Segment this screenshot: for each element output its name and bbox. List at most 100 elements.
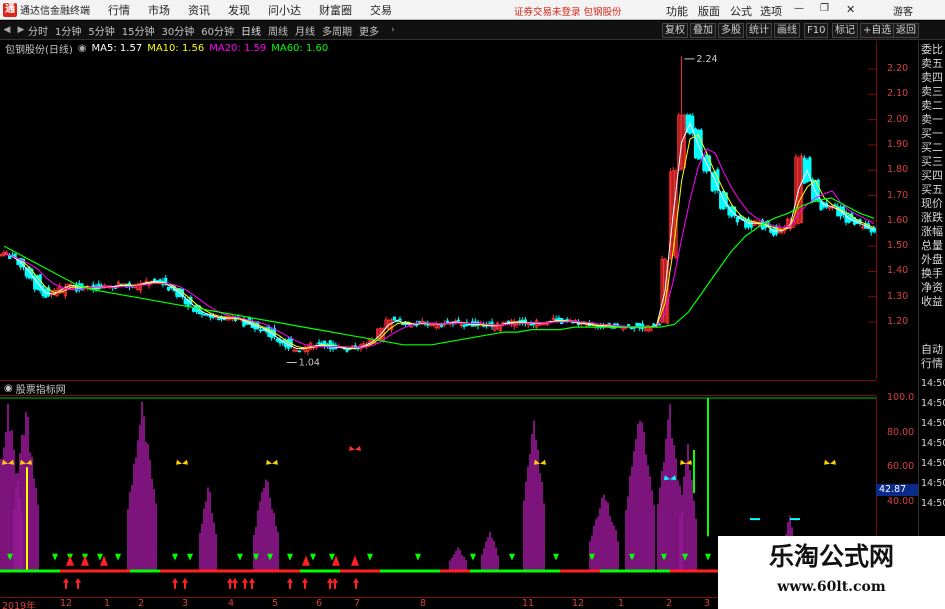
price-tick-label: 1.20	[887, 316, 909, 327]
up-arrow-icon	[182, 577, 188, 589]
period-toolbar: ◀ ▶ 分时 1分钟 5分钟 15分钟 30分钟 60分钟 日线 周线 月线 多…	[0, 21, 945, 40]
sidebar-item[interactable]: 14:50	[921, 477, 945, 490]
menu-gongshi[interactable]: 公式	[730, 3, 752, 19]
butterfly-icon	[349, 445, 361, 451]
period-5min[interactable]: 5分钟	[88, 23, 114, 38]
sidebar-item[interactable]: 现价	[921, 197, 943, 210]
btn-f10[interactable]: F10	[804, 23, 829, 38]
up-arrow-icon	[353, 577, 359, 589]
sidebar-item[interactable]: 总量	[921, 239, 943, 252]
menu-gongneng[interactable]: 功能	[666, 3, 688, 19]
down-arrow-icon	[705, 553, 711, 561]
sidebar-item[interactable]: 涨幅	[921, 225, 943, 238]
menu-hangqing[interactable]: 行情	[108, 2, 130, 18]
down-arrow-icon	[187, 553, 193, 561]
up-triangle-icon	[351, 555, 359, 566]
sidebar-item[interactable]: 换手	[921, 267, 943, 280]
sidebar-item[interactable]: 净资	[921, 281, 943, 294]
title-bar: 通 通达信金融终端 行情 市场 资讯 发现 问小达 财富圈 交易 证券交易未登录…	[0, 0, 945, 20]
up-arrow-icon	[287, 577, 293, 589]
period-daily[interactable]: 日线	[241, 23, 261, 38]
restore-icon[interactable]: ❐	[820, 3, 829, 14]
indicator-tick-label: 60.00	[887, 461, 915, 473]
sidebar-item[interactable]: 买四	[921, 169, 943, 182]
sidebar-item[interactable]: 外盘	[921, 253, 943, 266]
nav-left-icon[interactable]: ◀	[0, 25, 14, 35]
indicator-toggle-icon[interactable]: ◉	[4, 383, 13, 394]
period-30min[interactable]: 30分钟	[161, 23, 194, 38]
sidebar-item[interactable]: 14:50	[921, 397, 945, 410]
sidebar-item[interactable]: 卖五	[921, 57, 943, 70]
sidebar-item[interactable]: 卖二	[921, 99, 943, 112]
period-multi[interactable]: 多周期	[322, 23, 352, 38]
menu-jiaoyi[interactable]: 交易	[370, 2, 392, 18]
date-tick-label: 5	[272, 598, 279, 609]
butterfly-wing	[349, 445, 361, 451]
sidebar-item[interactable]: 行情	[921, 357, 943, 370]
price-chart[interactable]: 2.24 1.04	[0, 41, 876, 379]
sidebar-item[interactable]: 卖一	[921, 113, 943, 126]
sidebar-item[interactable]: 14:50	[921, 377, 945, 390]
menu-xuanxiang[interactable]: 选项	[760, 3, 782, 19]
sidebar-item[interactable]: 买二	[921, 141, 943, 154]
sidebar-item[interactable]: 收益	[921, 295, 943, 308]
menu-banmian[interactable]: 版面	[698, 3, 720, 19]
candle-body	[819, 200, 823, 211]
menu-zixun[interactable]: 资讯	[188, 2, 210, 18]
nav-right-icon[interactable]: ▶	[14, 25, 28, 35]
period-more[interactable]: 更多	[359, 23, 379, 38]
ma-toggle-icon[interactable]: ◉	[78, 43, 87, 54]
sidebar-item[interactable]: 自动	[921, 343, 943, 356]
down-arrow-icon	[172, 553, 178, 561]
up-arrow-icon	[327, 577, 333, 589]
btn-huaxian[interactable]: 画线	[774, 23, 800, 38]
date-tick-label: 4	[228, 598, 235, 609]
menu-caifuquan[interactable]: 财富圈	[319, 2, 352, 18]
butterfly-wing	[824, 459, 836, 465]
butterfly-wing	[534, 459, 546, 465]
candle-body	[317, 342, 321, 345]
btn-diejia[interactable]: 叠加	[690, 23, 716, 38]
period-1min[interactable]: 1分钟	[55, 23, 81, 38]
menu-shichang[interactable]: 市场	[148, 2, 170, 18]
period-60min[interactable]: 60分钟	[201, 23, 234, 38]
sidebar-item[interactable]: 14:50	[921, 457, 945, 470]
date-tick-label: 2019年	[2, 601, 36, 609]
sidebar-item[interactable]: 买一	[921, 127, 943, 140]
indicator-header: ◉ 股票指标网	[0, 380, 876, 396]
sidebar-item[interactable]: 14:50	[921, 417, 945, 430]
guest-label[interactable]: 游客	[893, 3, 913, 18]
sidebar-item[interactable]: 卖四	[921, 71, 943, 84]
down-arrow-icon	[97, 553, 103, 561]
btn-tongji[interactable]: 统计	[746, 23, 772, 38]
minimize-icon[interactable]: —	[794, 3, 804, 14]
btn-fuquan[interactable]: 复权	[662, 23, 688, 38]
menu-wenxiaoda[interactable]: 问小达	[268, 2, 301, 18]
sidebar-item[interactable]: 14:50	[921, 437, 945, 450]
butterfly-icon	[266, 459, 278, 465]
sidebar-item[interactable]: 买五	[921, 183, 943, 196]
login-warning[interactable]: 证券交易未登录 包钢股份	[514, 4, 622, 18]
sidebar-item[interactable]: 买三	[921, 155, 943, 168]
period-weekly[interactable]: 周线	[268, 23, 288, 38]
date-tick-label: 12	[60, 598, 73, 609]
period-fenshi[interactable]: 分时	[28, 23, 48, 38]
candle-body	[693, 128, 698, 158]
price-axis: 2.20 2.10 2.00 1.90 1.80 1.70 1.60 1.50 1.40 1.30…	[876, 41, 918, 379]
btn-duogu[interactable]: 多股	[718, 23, 744, 38]
sidebar-item[interactable]: 涨跌	[921, 211, 943, 224]
up-arrow-icon	[242, 577, 248, 589]
sidebar-item[interactable]: 委比	[921, 43, 943, 56]
sidebar-item[interactable]: 14:50	[921, 497, 945, 510]
menu-faxian[interactable]: 发现	[228, 2, 250, 18]
close-icon[interactable]: ✕	[846, 3, 855, 16]
btn-zixuan[interactable]: +自选	[860, 23, 895, 38]
period-monthly[interactable]: 月线	[295, 23, 315, 38]
period-15min[interactable]: 15分钟	[122, 23, 155, 38]
sidebar-item[interactable]: 卖三	[921, 85, 943, 98]
candle-body	[166, 286, 171, 291]
up-triangle-icon	[81, 555, 89, 566]
btn-fanhui[interactable]: 返回	[893, 23, 919, 38]
btn-biaoji[interactable]: 标记	[832, 23, 858, 38]
more-chevron-icon[interactable]: ›	[386, 25, 400, 35]
